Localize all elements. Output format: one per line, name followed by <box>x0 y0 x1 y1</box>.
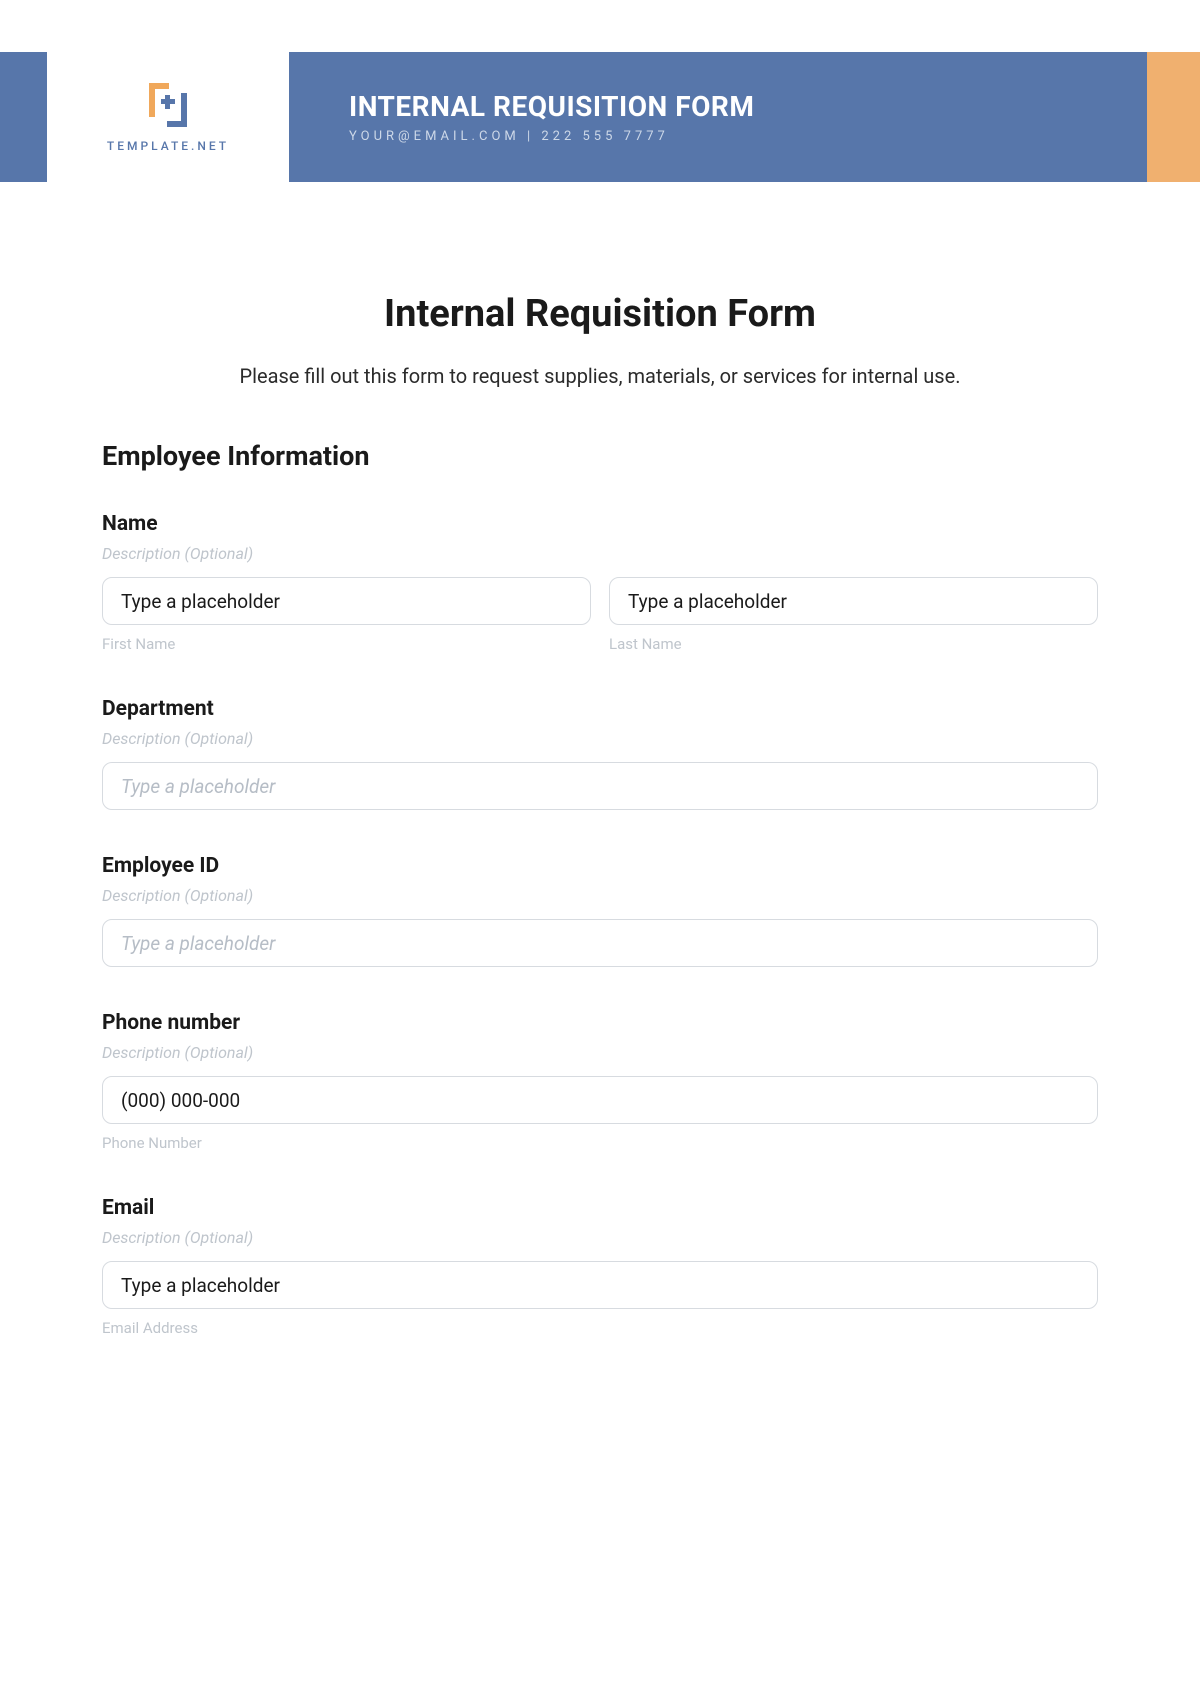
banner-left-accent <box>0 52 47 182</box>
employee-id-input[interactable] <box>102 919 1098 967</box>
banner-contact: YOUR@EMAIL.COM | 222 555 7777 <box>349 129 1147 144</box>
field-email: Email Description (Optional) Email Addre… <box>102 1196 1098 1337</box>
employee-id-desc: Description (Optional) <box>102 886 1098 905</box>
banner-right-accent <box>1147 52 1200 182</box>
department-input[interactable] <box>102 762 1098 810</box>
last-name-input[interactable] <box>609 577 1098 625</box>
field-name: Name Description (Optional) First Name L… <box>102 512 1098 653</box>
form-content: Internal Requisition Form Please fill ou… <box>0 182 1200 1337</box>
phone-sublabel: Phone Number <box>102 1134 1098 1152</box>
logo-text: TEMPLATE.NET <box>107 139 229 153</box>
phone-label: Phone number <box>102 1011 1098 1035</box>
field-department: Department Description (Optional) <box>102 697 1098 810</box>
form-title: Internal Requisition Form <box>102 292 1098 336</box>
banner-title: INTERNAL REQUISITION FORM <box>349 90 1147 123</box>
department-desc: Description (Optional) <box>102 729 1098 748</box>
form-intro: Please fill out this form to request sup… <box>102 364 1098 388</box>
name-desc: Description (Optional) <box>102 544 1098 563</box>
banner-main: INTERNAL REQUISITION FORM YOUR@EMAIL.COM… <box>289 52 1147 182</box>
field-phone: Phone number Description (Optional) Phon… <box>102 1011 1098 1152</box>
phone-input[interactable] <box>102 1076 1098 1124</box>
email-desc: Description (Optional) <box>102 1228 1098 1247</box>
section-employee-info: Employee Information <box>102 440 1098 472</box>
name-label: Name <box>102 512 1098 536</box>
first-name-sublabel: First Name <box>102 635 591 653</box>
email-label: Email <box>102 1196 1098 1220</box>
department-label: Department <box>102 697 1098 721</box>
email-input[interactable] <box>102 1261 1098 1309</box>
last-name-sublabel: Last Name <box>609 635 1098 653</box>
field-employee-id: Employee ID Description (Optional) <box>102 854 1098 967</box>
phone-desc: Description (Optional) <box>102 1043 1098 1062</box>
employee-id-label: Employee ID <box>102 854 1098 878</box>
logo-area: TEMPLATE.NET <box>47 52 289 182</box>
first-name-input[interactable] <box>102 577 591 625</box>
email-sublabel: Email Address <box>102 1319 1098 1337</box>
logo-icon <box>139 81 197 129</box>
header-banner: TEMPLATE.NET INTERNAL REQUISITION FORM Y… <box>0 52 1200 182</box>
